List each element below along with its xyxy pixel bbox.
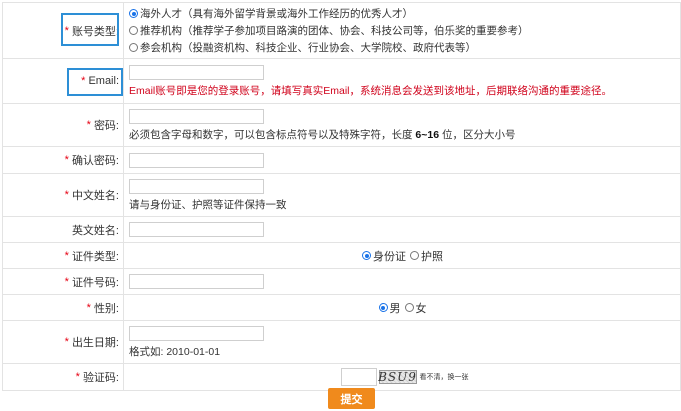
captcha-label-text: 验证码: bbox=[82, 372, 119, 384]
password-hint-length: 6~16 bbox=[415, 128, 440, 141]
row-captcha: * 验证码: BSU9 看不清，换一张 bbox=[3, 364, 680, 391]
radio-option-male[interactable]: 男 bbox=[378, 300, 401, 316]
radio-label: 推荐机构（推荐学子参加项目路演的团体、协会、科技公司等，伯乐奖的重要参考） bbox=[140, 25, 529, 37]
required-mark: * bbox=[64, 275, 69, 288]
submit-button[interactable]: 提交 bbox=[328, 388, 375, 409]
radio-option-recommending-org[interactable]: 推荐机构（推荐学子参加项目路演的团体、协会、科技公司等，伯乐奖的重要参考） bbox=[129, 22, 680, 39]
password-hint: 必须包含字母和数字，可以包含标点符号以及特殊字符，长度 6~16 位，区分大小号 bbox=[129, 127, 680, 142]
password-label-text: 密码: bbox=[93, 120, 119, 132]
radio-recommending-org[interactable] bbox=[129, 26, 138, 35]
id-number-field-cell bbox=[124, 269, 680, 294]
radio-option-attending-org[interactable]: 参会机构（投融资机构、科技企业、行业协会、大学院校、政府代表等） bbox=[129, 39, 680, 56]
captcha-field-cell: BSU9 看不清，换一张 bbox=[124, 364, 680, 390]
gender-label-text: 性别: bbox=[93, 302, 119, 315]
chinese-name-hint: 请与身份证、护照等证件保持一致 bbox=[129, 198, 287, 211]
radio-overseas-talent[interactable] bbox=[129, 9, 138, 18]
required-mark: * bbox=[64, 189, 69, 201]
english-name-input[interactable] bbox=[129, 222, 264, 237]
birth-date-field-cell: 格式如: 2010-01-01 bbox=[124, 321, 680, 363]
captcha-label: * 验证码: bbox=[3, 364, 124, 390]
row-confirm-password: * 确认密码: bbox=[3, 147, 680, 174]
radio-attending-org[interactable] bbox=[129, 43, 138, 52]
gender-label: * 性别: bbox=[3, 295, 124, 320]
chinese-name-input[interactable] bbox=[129, 178, 264, 194]
required-mark: * bbox=[64, 154, 69, 166]
radio-female[interactable] bbox=[404, 303, 414, 312]
radio-label: 女 bbox=[415, 302, 427, 315]
id-number-input[interactable] bbox=[129, 274, 264, 289]
captcha-refresh-link[interactable]: 看不清，换一张 bbox=[420, 372, 469, 382]
id-number-label: * 证件号码: bbox=[3, 269, 124, 294]
registration-form: * 账号类型: 海外人才（具有海外留学背景或海外工作经历的优秀人才） 推荐机构（… bbox=[2, 2, 681, 391]
radio-option-passport[interactable]: 护照 bbox=[410, 248, 443, 264]
radio-id-card[interactable] bbox=[362, 251, 371, 260]
chinese-name-field-cell: 请与身份证、护照等证件保持一致 bbox=[124, 174, 680, 216]
birth-date-input[interactable] bbox=[129, 325, 264, 341]
row-chinese-name: * 中文姓名: 请与身份证、护照等证件保持一致 bbox=[3, 174, 680, 217]
required-mark: * bbox=[64, 336, 69, 348]
birth-date-label: * 出生日期: bbox=[3, 321, 124, 363]
captcha-image[interactable]: BSU9 bbox=[378, 370, 417, 384]
password-input[interactable] bbox=[129, 108, 264, 124]
id-number-label-text: 证件号码: bbox=[71, 276, 119, 289]
required-mark: * bbox=[86, 119, 91, 131]
chinese-name-label: * 中文姓名: bbox=[3, 174, 124, 216]
required-mark: * bbox=[86, 301, 91, 314]
password-hint-pre: 必须包含字母和数字，可以包含标点符号以及特殊字符，长度 bbox=[129, 128, 416, 141]
row-birth-date: * 出生日期: 格式如: 2010-01-01 bbox=[3, 321, 680, 364]
row-gender: * 性别: 男 女 bbox=[3, 295, 680, 321]
captcha-input[interactable] bbox=[340, 368, 377, 386]
confirm-password-label-text: 确认密码: bbox=[71, 155, 119, 167]
birth-date-hint: 格式如: 2010-01-01 bbox=[129, 345, 221, 358]
password-field-cell: 必须包含字母和数字，可以包含标点符号以及特殊字符，长度 6~16 位，区分大小号 bbox=[124, 104, 680, 146]
required-mark: * bbox=[75, 371, 80, 383]
radio-option-id-card[interactable]: 身份证 bbox=[362, 248, 406, 264]
radio-label: 男 bbox=[389, 302, 401, 315]
chinese-name-label-text: 中文姓名: bbox=[71, 190, 119, 202]
radio-label: 护照 bbox=[421, 250, 443, 263]
english-name-label: 英文姓名: bbox=[3, 217, 124, 242]
row-password: * 密码: 必须包含字母和数字，可以包含标点符号以及特殊字符，长度 6~16 位… bbox=[3, 104, 680, 147]
gender-options: 男 女 bbox=[124, 295, 680, 320]
row-id-number: * 证件号码: bbox=[3, 269, 680, 295]
account-type-options: 海外人才（具有海外留学背景或海外工作经历的优秀人才） 推荐机构（推荐学子参加项目… bbox=[124, 3, 680, 58]
radio-option-female[interactable]: 女 bbox=[404, 300, 427, 316]
email-input[interactable] bbox=[129, 64, 264, 80]
password-hint-post: 位，区分大小号 bbox=[439, 128, 516, 141]
id-type-label: * 证件类型: bbox=[3, 243, 124, 268]
english-name-field-cell bbox=[124, 217, 680, 242]
row-english-name: 英文姓名: bbox=[3, 217, 680, 243]
email-warning: Email账号即是您的登录账号，请填写真实Email，系统消息会发送到该地址，后… bbox=[129, 84, 613, 97]
english-name-label-text: 英文姓名: bbox=[71, 224, 119, 237]
radio-label: 参会机构（投融资机构、科技企业、行业协会、大学院校、政府代表等） bbox=[140, 42, 476, 54]
password-label: * 密码: bbox=[3, 104, 124, 146]
confirm-password-field-cell bbox=[124, 147, 680, 173]
id-type-label-text: 证件类型: bbox=[71, 250, 119, 263]
row-id-type: * 证件类型: 身份证 护照 bbox=[3, 243, 680, 269]
email-field-cell: Email账号即是您的登录账号，请填写真实Email，系统消息会发送到该地址，后… bbox=[124, 59, 680, 103]
radio-label: 身份证 bbox=[373, 250, 406, 263]
id-type-options: 身份证 护照 bbox=[124, 243, 680, 268]
account-type-highlight bbox=[61, 13, 119, 46]
email-highlight bbox=[67, 68, 123, 96]
confirm-password-label: * 确认密码: bbox=[3, 147, 124, 173]
birth-date-label-text: 出生日期: bbox=[71, 337, 119, 349]
radio-male[interactable] bbox=[378, 303, 388, 312]
required-mark: * bbox=[64, 249, 69, 262]
radio-option-overseas-talent[interactable]: 海外人才（具有海外留学背景或海外工作经历的优秀人才） bbox=[129, 5, 680, 22]
radio-label: 海外人才（具有海外留学背景或海外工作经历的优秀人才） bbox=[140, 8, 413, 20]
radio-passport[interactable] bbox=[410, 251, 419, 260]
confirm-password-input[interactable] bbox=[129, 152, 264, 168]
